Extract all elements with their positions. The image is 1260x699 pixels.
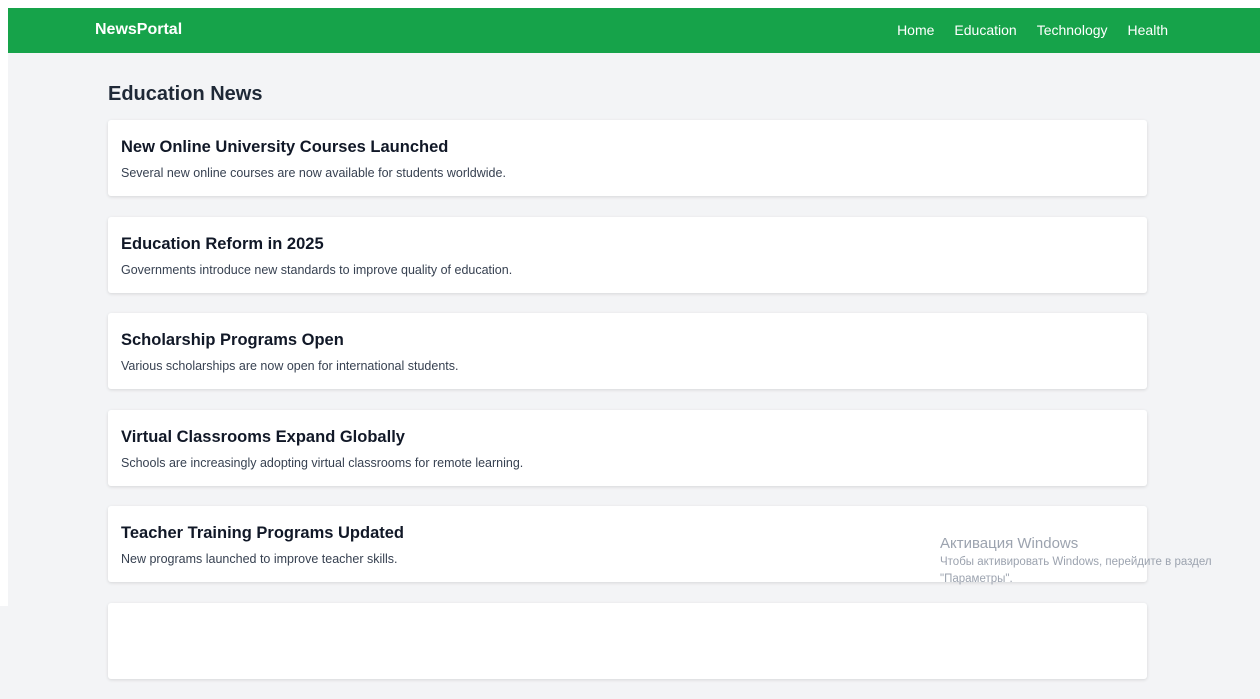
news-card-title[interactable]: Scholarship Programs Open — [121, 329, 1134, 351]
news-card[interactable]: New Online University Courses Launched S… — [108, 120, 1147, 196]
news-card-summary: New programs launched to improve teacher… — [121, 552, 398, 566]
news-card[interactable]: Virtual Classrooms Expand Globally Schoo… — [108, 409, 1147, 486]
news-card-title[interactable]: Education Reform in 2025 — [121, 233, 1134, 255]
news-card[interactable]: Scholarship Programs Open Various schola… — [108, 313, 1147, 389]
news-card[interactable]: Teacher Training Programs Updated New pr… — [108, 506, 1147, 582]
window-left-edge — [0, 8, 8, 606]
news-card-title[interactable]: Teacher Training Programs Updated — [121, 522, 1134, 544]
page-title: Education News — [108, 83, 263, 105]
news-card[interactable]: Education Reform in 2025 Governments int… — [108, 216, 1147, 293]
nav-link-education[interactable]: Education — [954, 21, 1016, 39]
news-card-summary: Several new online courses are now avail… — [121, 166, 506, 180]
news-card-summary: Schools are increasingly adopting virtua… — [121, 455, 524, 470]
news-card[interactable] — [108, 602, 1147, 679]
window-top-edge — [0, 0, 1260, 8]
news-card-title[interactable]: Virtual Classrooms Expand Globally — [121, 426, 1134, 448]
nav-links: Home Education Technology Health — [897, 21, 1168, 39]
nav-link-health[interactable]: Health — [1128, 21, 1168, 39]
brand-logo[interactable]: NewsPortal — [95, 20, 182, 40]
main-content: Education News New Online University Cou… — [108, 80, 1147, 699]
news-card-summary: Governments introduce new standards to i… — [121, 262, 513, 277]
nav-link-home[interactable]: Home — [897, 21, 934, 39]
news-card-title[interactable]: New Online University Courses Launched — [121, 136, 1134, 158]
top-navbar: NewsPortal Home Education Technology Hea… — [8, 8, 1260, 53]
nav-link-technology[interactable]: Technology — [1037, 21, 1108, 39]
news-card-summary: Various scholarships are now open for in… — [121, 359, 459, 373]
